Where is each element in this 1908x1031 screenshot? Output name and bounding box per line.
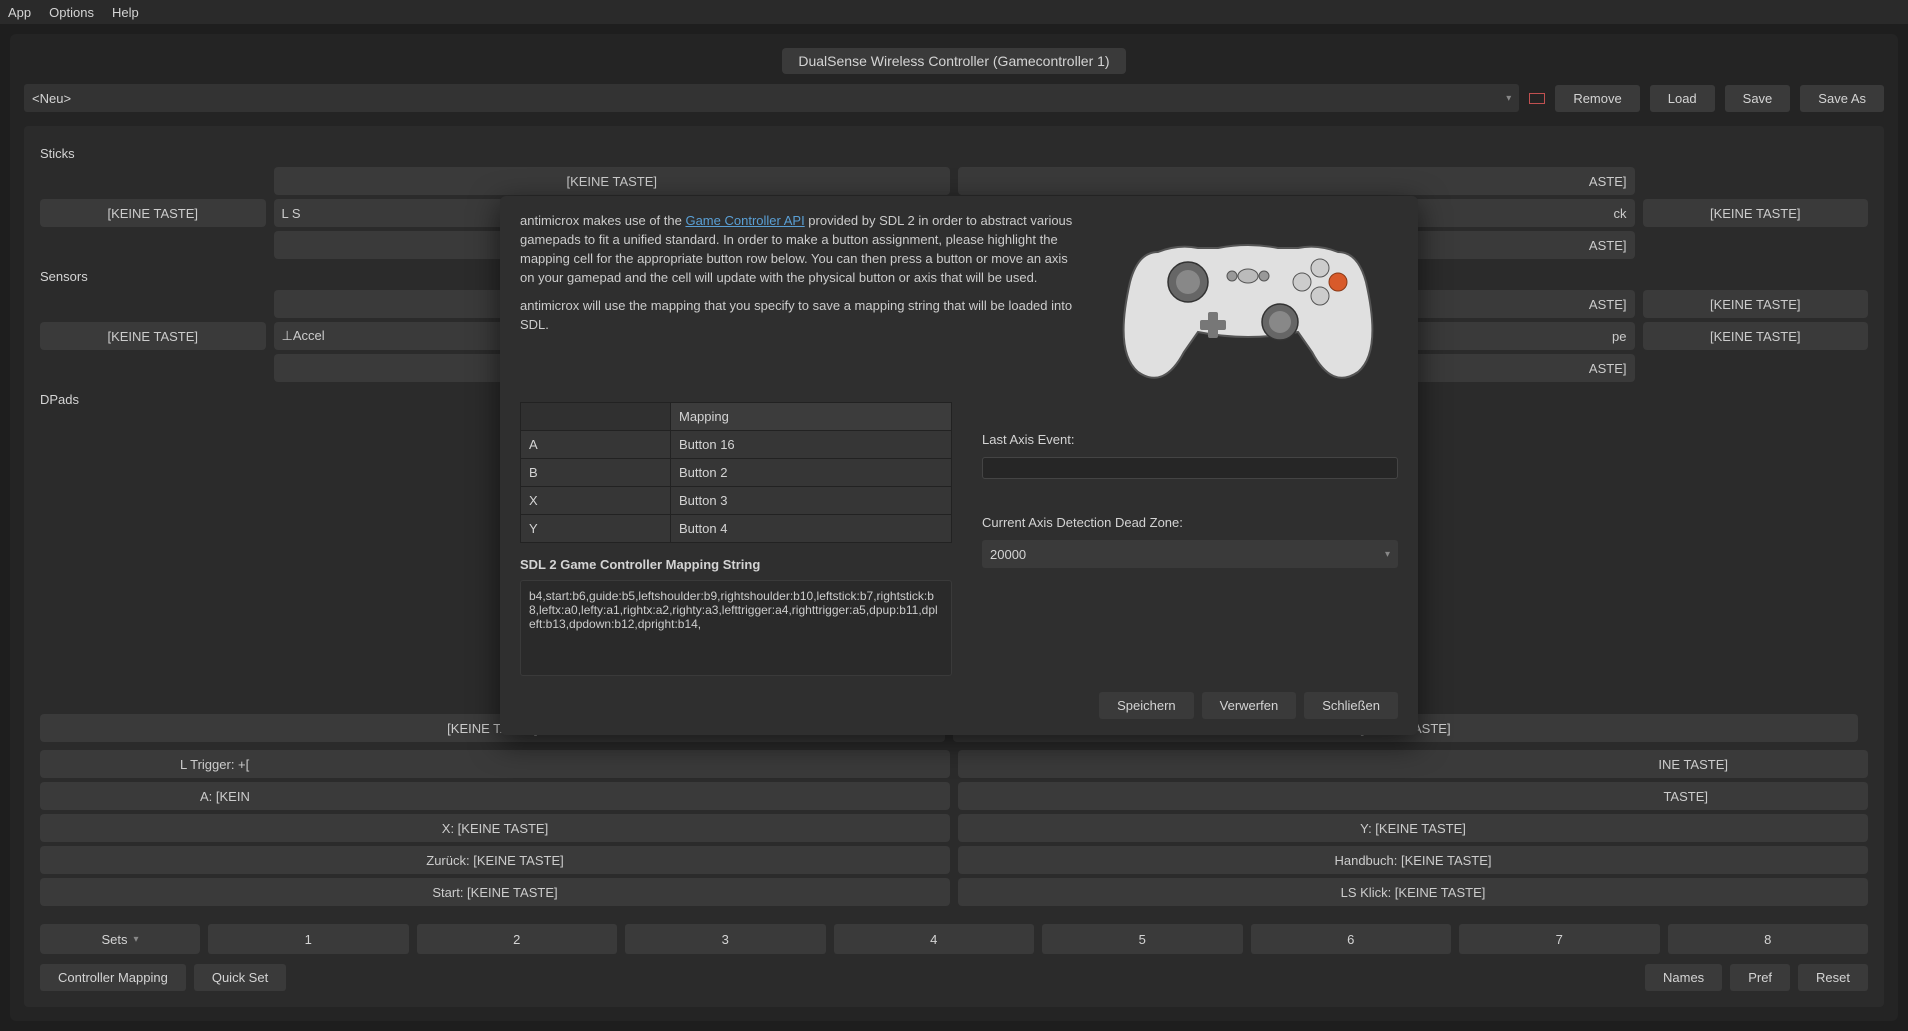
names-button[interactable]: Names xyxy=(1645,964,1722,991)
menu-app[interactable]: App xyxy=(8,5,31,20)
stick-cell[interactable]: [KEINE TASTE] xyxy=(1643,199,1869,227)
last-axis-input[interactable] xyxy=(982,457,1398,479)
guide-cell[interactable]: Handbuch: [KEINE TASTE] xyxy=(958,846,1868,874)
sensor-cell[interactable]: [KEINE TASTE] xyxy=(1643,290,1869,318)
menu-options[interactable]: Options xyxy=(49,5,94,20)
set-7[interactable]: 7 xyxy=(1459,924,1660,954)
mapping-table[interactable]: Mapping AButton 16 BButton 2 XButton 3 Y… xyxy=(520,402,952,543)
set-6[interactable]: 6 xyxy=(1251,924,1452,954)
device-name-chip: DualSense Wireless Controller (Gamecontr… xyxy=(782,48,1125,74)
set-3[interactable]: 3 xyxy=(625,924,826,954)
a-cell[interactable]: A: [KEIN xyxy=(40,782,950,810)
menu-help[interactable]: Help xyxy=(112,5,139,20)
set-5[interactable]: 5 xyxy=(1042,924,1243,954)
mapping-row-y[interactable]: YButton 4 xyxy=(521,515,952,543)
ls-click-cell[interactable]: LS Klick: [KEINE TASTE] xyxy=(958,878,1868,906)
stick-cell[interactable]: ASTE] xyxy=(958,167,1635,195)
dialog-intro-text: antimicrox makes use of the Game Control… xyxy=(520,212,1078,392)
bottom-bar: Controller Mapping Quick Set Names Pref … xyxy=(40,964,1868,991)
mapping-string-textarea[interactable]: b4,start:b6,guide:b5,leftshoulder:b9,rig… xyxy=(520,580,952,676)
controller-diagram xyxy=(1098,212,1398,392)
stick-cell[interactable]: [KEINE TASTE] xyxy=(274,167,951,195)
y-cell[interactable]: Y: [KEINE TASTE] xyxy=(958,814,1868,842)
sensor-cell[interactable]: [KEINE TASTE] xyxy=(40,322,266,350)
dialog-discard-button[interactable]: Verwerfen xyxy=(1202,692,1297,719)
menubar: App Options Help xyxy=(0,0,1908,24)
start-cell[interactable]: Start: [KEINE TASTE] xyxy=(40,878,950,906)
dialog-close-button[interactable]: Schließen xyxy=(1304,692,1398,719)
mapping-header-blank xyxy=(521,403,671,431)
last-axis-label: Last Axis Event: xyxy=(982,432,1398,447)
mapping-string-label: SDL 2 Game Controller Mapping String xyxy=(520,557,952,572)
chevron-down-icon: ▾ xyxy=(1385,549,1390,560)
set-2[interactable]: 2 xyxy=(417,924,618,954)
set-8[interactable]: 8 xyxy=(1668,924,1869,954)
pref-button[interactable]: Pref xyxy=(1730,964,1790,991)
save-button[interactable]: Save xyxy=(1725,85,1791,112)
r-trigger-cell[interactable]: INE TASTE] xyxy=(958,750,1868,778)
chevron-down-icon: ▾ xyxy=(133,934,138,945)
stick-cell[interactable]: [KEINE TASTE] xyxy=(40,199,266,227)
sets-row: Sets ▾ 1 2 3 4 5 6 7 8 xyxy=(40,924,1868,954)
mapping-row-x[interactable]: XButton 3 xyxy=(521,487,952,515)
dialog-save-button[interactable]: Speichern xyxy=(1099,692,1194,719)
dialog-buttons: Speichern Verwerfen Schließen xyxy=(520,692,1398,719)
l-trigger-cell[interactable]: L Trigger: +[ xyxy=(40,750,950,778)
set-1[interactable]: 1 xyxy=(208,924,409,954)
sets-label: Sets xyxy=(101,932,127,947)
mapping-row-a[interactable]: AButton 16 xyxy=(521,431,952,459)
mapping-header-mapping: Mapping xyxy=(671,403,952,431)
profile-name: <Neu> xyxy=(32,91,71,106)
set-4[interactable]: 4 xyxy=(834,924,1035,954)
back-cell[interactable]: Zurück: [KEINE TASTE] xyxy=(40,846,950,874)
reset-button[interactable]: Reset xyxy=(1798,964,1868,991)
mapping-dialog: antimicrox makes use of the Game Control… xyxy=(500,196,1418,735)
controller-mapping-button[interactable]: Controller Mapping xyxy=(40,964,186,991)
b-cell[interactable]: TASTE] xyxy=(958,782,1868,810)
chevron-down-icon: ▾ xyxy=(1506,93,1511,104)
sets-dropdown[interactable]: Sets ▾ xyxy=(40,924,200,954)
profile-select[interactable]: <Neu> ▾ xyxy=(24,84,1519,112)
x-cell[interactable]: X: [KEINE TASTE] xyxy=(40,814,950,842)
profile-toolbar: <Neu> ▾ Remove Load Save Save As xyxy=(24,84,1884,112)
load-button[interactable]: Load xyxy=(1650,85,1715,112)
game-controller-api-link[interactable]: Game Controller API xyxy=(685,213,804,228)
record-indicator-icon xyxy=(1529,93,1545,104)
mapping-row-b[interactable]: BButton 2 xyxy=(521,459,952,487)
sensor-cell[interactable]: [KEINE TASTE] xyxy=(1643,322,1869,350)
quick-set-button[interactable]: Quick Set xyxy=(194,964,286,991)
save-as-button[interactable]: Save As xyxy=(1800,85,1884,112)
deadzone-value: 20000 xyxy=(990,547,1026,562)
deadzone-label: Current Axis Detection Dead Zone: xyxy=(982,515,1398,530)
deadzone-select[interactable]: 20000 ▾ xyxy=(982,540,1398,568)
sticks-label: Sticks xyxy=(40,146,1868,161)
remove-button[interactable]: Remove xyxy=(1555,85,1639,112)
